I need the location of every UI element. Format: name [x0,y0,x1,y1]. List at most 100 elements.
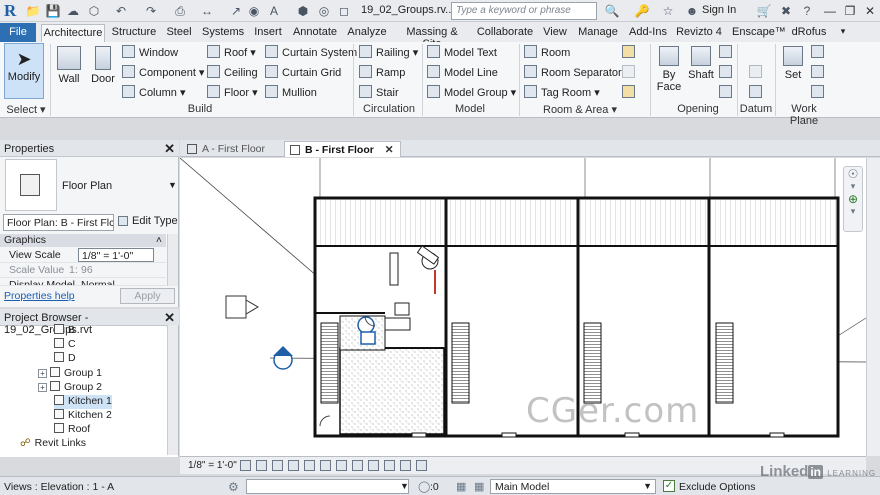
show-work-plane-button[interactable] [811,45,828,59]
tab-drofus[interactable]: dRofus [790,24,828,42]
text-icon[interactable]: A [266,3,282,19]
model-group-button[interactable]: Model Group ▾ [427,85,516,99]
room-separator-button[interactable]: Room Separator [524,65,622,79]
mullion-button[interactable]: Mullion [265,85,317,99]
worksets-icon[interactable]: ⚙ [228,480,239,494]
search-icon[interactable]: 🔍 [604,3,620,19]
browser-item-b[interactable]: B [54,324,75,338]
save-icon[interactable]: 💾 [45,3,61,19]
crop-view-icon[interactable] [304,460,315,471]
steering-wheel-icon[interactable]: ☉ [844,167,862,181]
redo-icon[interactable]: ↷ [143,3,159,19]
search-input[interactable]: Type a keyword or phrase [451,2,597,20]
graphics-section[interactable]: Graphics ˄ [0,234,166,247]
properties-help-link[interactable]: Properties help [4,290,75,302]
dormer-button[interactable] [719,85,736,99]
model-icon[interactable]: ▦ [474,480,484,493]
tab-file[interactable]: File [0,23,36,42]
open-icon[interactable]: 📁 [25,3,41,19]
exchange-icon[interactable]: ✖ [778,3,794,19]
tab-structure[interactable]: Structure [111,24,157,42]
set-work-plane-button[interactable]: Set [780,46,806,81]
expand-icon[interactable]: + [38,369,47,378]
main-model-dropdown[interactable]: Main Model ▼ [490,479,656,494]
tab-collaborate[interactable]: Collaborate [476,24,534,42]
minimize-icon[interactable]: — [822,3,838,19]
tab-enscape[interactable]: Enscape™ [732,24,786,42]
edit-type-button[interactable]: Edit Type [118,215,178,227]
ramp-button[interactable]: Ramp [359,65,405,79]
instance-selector[interactable]: Floor Plan: B - First Flc [3,214,114,231]
analytical-icon[interactable] [400,460,411,471]
tab-insert[interactable]: Insert [253,24,283,42]
tab-architecture[interactable]: Architecture [41,24,105,42]
editing-requests-icon[interactable]: ◯ [418,480,430,493]
restore-icon[interactable]: ❐ [842,3,858,19]
ribbon-options-icon[interactable]: ▾ [836,24,850,42]
print-icon[interactable]: ⎙ [172,3,188,19]
zoom-icon[interactable]: ⊕ [844,192,862,206]
browser-item-kitchen-2[interactable]: Kitchen 2 [54,409,112,423]
tab-view[interactable]: View [542,24,568,42]
measure-icon[interactable]: ↔ [199,3,215,19]
highlight-icon[interactable] [416,460,427,471]
component-button[interactable]: Component ▾ [122,65,204,79]
column-button[interactable]: Column ▾ [122,85,185,99]
curtain-system-button[interactable]: Curtain System [265,45,357,59]
user-icon[interactable]: ☻ [684,3,700,19]
level-button[interactable] [749,65,766,79]
tab-systems[interactable]: Systems [202,24,244,42]
properties-scrollbar[interactable] [167,234,178,286]
area-button[interactable] [622,45,639,59]
elevation-marker[interactable] [225,295,247,319]
browser-item-group-2[interactable]: + Group 2 [38,381,102,395]
grid-button[interactable] [749,85,766,99]
view-tab-b-first-floor[interactable]: B - First Floor ✕ [284,141,401,157]
thin-lines-icon[interactable]: ◻ [336,3,352,19]
ceiling-button[interactable]: Ceiling [207,65,258,79]
tab-annotate[interactable]: Annotate [292,24,338,42]
cart-icon[interactable]: 🛒 [756,3,772,19]
canvas-vertical-scrollbar[interactable] [866,158,880,456]
drawing-canvas[interactable]: CGer.com ☉ ▾ ⊕ ▾ [180,158,866,456]
tab-manage[interactable]: Manage [578,24,618,42]
stair-button[interactable]: Stair [359,85,399,99]
temp-hide-icon[interactable] [352,460,363,471]
design-options-icon[interactable]: ▦ [456,480,466,493]
browser-item-kitchen-1[interactable]: Kitchen 1 [54,395,112,409]
shadows-icon[interactable] [288,460,299,471]
expand-icon[interactable]: + [38,383,47,392]
revit-logo-icon[interactable]: R [4,1,22,21]
room-button[interactable]: Room [524,45,570,59]
railing-button[interactable]: Railing ▾ [359,45,418,59]
model-text-button[interactable]: Model Text [427,45,497,59]
cloud-icon[interactable]: ☁ [65,3,81,19]
window-button[interactable]: Window [122,45,178,59]
favorites-icon[interactable]: ☆ [660,3,676,19]
close-tab-icon[interactable]: ✕ [385,144,394,156]
tag-room-button[interactable]: Tag Room ▾ [524,85,600,99]
shaft-button[interactable]: Shaft [687,46,715,81]
detail-level-icon[interactable] [240,460,251,471]
ref-plane-button[interactable] [811,65,828,79]
panel-room-area-label[interactable]: Room & Area ▾ [540,103,620,116]
tab-revizto[interactable]: Revizto 4 [676,24,722,42]
tab-massing-site[interactable]: Massing & Site [396,24,468,50]
by-face-button[interactable]: By Face [655,46,683,93]
workset-field[interactable] [246,479,409,494]
sun-path-icon[interactable] [272,460,283,471]
close-icon[interactable]: ✕ [862,3,878,19]
sign-in-button[interactable]: Sign In [702,4,736,16]
curtain-grid-button[interactable]: Curtain Grid [265,65,341,79]
browser-scrollbar[interactable] [167,325,178,455]
panel-select-label[interactable]: Select ▾ [4,103,48,116]
view-scale-button[interactable]: 1/8" = 1'-0" [188,460,237,471]
browser-item-revit-links[interactable]: ☍ Revit Links [20,437,86,451]
model-line-button[interactable]: Model Line [427,65,498,79]
floor-button[interactable]: Floor ▾ [207,85,258,99]
undo-icon[interactable]: ↶ [113,3,129,19]
wall-opening-button[interactable] [719,45,736,59]
chevron-down-icon[interactable]: ▼ [400,481,409,491]
help-icon[interactable]: ? [799,3,815,19]
close-icon[interactable]: ✕ [164,141,175,157]
